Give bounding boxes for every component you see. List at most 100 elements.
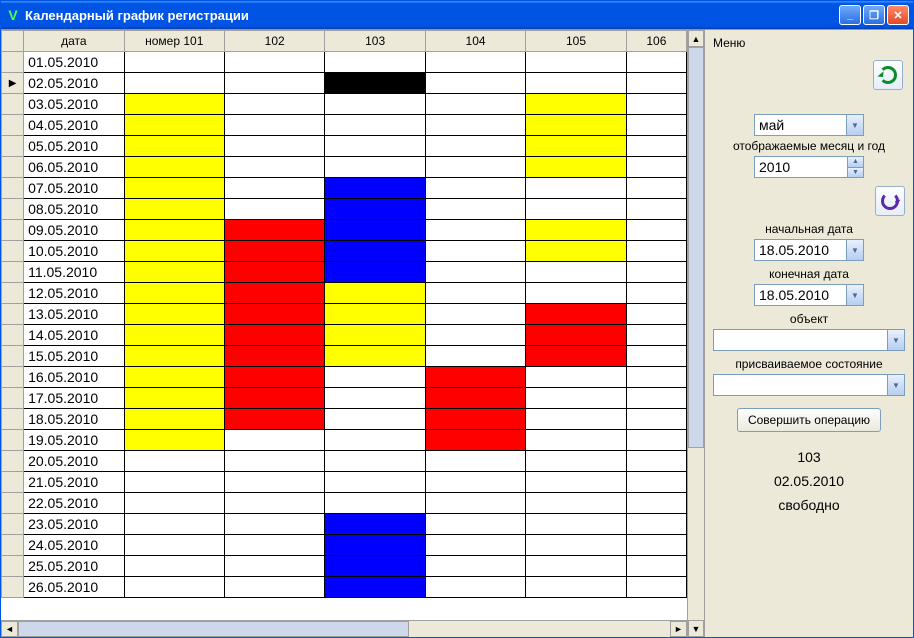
- status-cell[interactable]: [124, 73, 224, 94]
- status-cell[interactable]: [526, 535, 626, 556]
- status-cell[interactable]: [626, 556, 686, 577]
- state-select[interactable]: ▼: [713, 374, 905, 396]
- status-cell[interactable]: [425, 346, 525, 367]
- status-cell[interactable]: [526, 136, 626, 157]
- status-cell[interactable]: [626, 157, 686, 178]
- status-cell[interactable]: [325, 346, 425, 367]
- table-row[interactable]: 05.05.2010: [2, 136, 687, 157]
- status-cell[interactable]: [224, 325, 324, 346]
- horizontal-scrollbar[interactable]: ◄ ►: [1, 620, 687, 637]
- status-cell[interactable]: [124, 493, 224, 514]
- status-cell[interactable]: [325, 409, 425, 430]
- status-cell[interactable]: [124, 178, 224, 199]
- status-cell[interactable]: [526, 94, 626, 115]
- row-header[interactable]: [2, 514, 24, 535]
- grid-header[interactable]: 102: [224, 31, 324, 52]
- date-cell[interactable]: 24.05.2010: [24, 535, 124, 556]
- status-cell[interactable]: [626, 220, 686, 241]
- status-cell[interactable]: [526, 409, 626, 430]
- status-cell[interactable]: [124, 556, 224, 577]
- status-cell[interactable]: [526, 472, 626, 493]
- table-row[interactable]: 08.05.2010: [2, 199, 687, 220]
- status-cell[interactable]: [224, 304, 324, 325]
- row-header[interactable]: [2, 577, 24, 598]
- status-cell[interactable]: [526, 73, 626, 94]
- status-cell[interactable]: [224, 388, 324, 409]
- status-cell[interactable]: [626, 283, 686, 304]
- row-header[interactable]: [2, 136, 24, 157]
- status-cell[interactable]: [224, 157, 324, 178]
- date-cell[interactable]: 13.05.2010: [24, 304, 124, 325]
- date-cell[interactable]: 01.05.2010: [24, 52, 124, 73]
- date-cell[interactable]: 10.05.2010: [24, 241, 124, 262]
- table-row[interactable]: 18.05.2010: [2, 409, 687, 430]
- grid-header[interactable]: 106: [626, 31, 686, 52]
- status-cell[interactable]: [425, 451, 525, 472]
- status-cell[interactable]: [626, 94, 686, 115]
- row-header[interactable]: [2, 241, 24, 262]
- date-cell[interactable]: 23.05.2010: [24, 514, 124, 535]
- status-cell[interactable]: [124, 325, 224, 346]
- status-cell[interactable]: [425, 556, 525, 577]
- row-header[interactable]: [2, 94, 24, 115]
- table-row[interactable]: 16.05.2010: [2, 367, 687, 388]
- status-cell[interactable]: [626, 178, 686, 199]
- status-cell[interactable]: [224, 115, 324, 136]
- table-row[interactable]: 22.05.2010: [2, 493, 687, 514]
- grid-header[interactable]: дата: [24, 31, 124, 52]
- status-cell[interactable]: [325, 514, 425, 535]
- status-cell[interactable]: [224, 241, 324, 262]
- status-cell[interactable]: [626, 388, 686, 409]
- table-row[interactable]: 17.05.2010: [2, 388, 687, 409]
- status-cell[interactable]: [425, 262, 525, 283]
- status-cell[interactable]: [124, 94, 224, 115]
- status-cell[interactable]: [124, 220, 224, 241]
- month-select[interactable]: май ▼: [754, 114, 864, 136]
- status-cell[interactable]: [224, 367, 324, 388]
- status-cell[interactable]: [224, 178, 324, 199]
- date-cell[interactable]: 03.05.2010: [24, 94, 124, 115]
- status-cell[interactable]: [425, 430, 525, 451]
- date-cell[interactable]: 15.05.2010: [24, 346, 124, 367]
- status-cell[interactable]: [425, 115, 525, 136]
- status-cell[interactable]: [325, 283, 425, 304]
- status-cell[interactable]: [224, 535, 324, 556]
- row-header[interactable]: [2, 220, 24, 241]
- status-cell[interactable]: [325, 388, 425, 409]
- date-cell[interactable]: 08.05.2010: [24, 199, 124, 220]
- chevron-down-icon[interactable]: ▼: [846, 285, 863, 305]
- status-cell[interactable]: [626, 346, 686, 367]
- status-cell[interactable]: [224, 514, 324, 535]
- status-cell[interactable]: [224, 430, 324, 451]
- status-cell[interactable]: [626, 199, 686, 220]
- status-cell[interactable]: [224, 136, 324, 157]
- status-cell[interactable]: [124, 241, 224, 262]
- year-up-button[interactable]: ▲: [847, 157, 863, 168]
- chevron-down-icon[interactable]: ▼: [846, 240, 863, 260]
- status-cell[interactable]: [526, 52, 626, 73]
- date-cell[interactable]: 16.05.2010: [24, 367, 124, 388]
- table-row[interactable]: 20.05.2010: [2, 451, 687, 472]
- date-cell[interactable]: 06.05.2010: [24, 157, 124, 178]
- status-cell[interactable]: [124, 346, 224, 367]
- reload-button[interactable]: [875, 186, 905, 216]
- row-header[interactable]: [2, 535, 24, 556]
- status-cell[interactable]: [325, 73, 425, 94]
- status-cell[interactable]: [425, 178, 525, 199]
- status-cell[interactable]: [425, 283, 525, 304]
- status-cell[interactable]: [325, 451, 425, 472]
- status-cell[interactable]: [425, 409, 525, 430]
- status-cell[interactable]: [325, 535, 425, 556]
- table-row[interactable]: 01.05.2010: [2, 52, 687, 73]
- close-button[interactable]: ✕: [887, 5, 909, 25]
- hscroll-track[interactable]: [18, 621, 670, 637]
- status-cell[interactable]: [626, 115, 686, 136]
- row-header[interactable]: [2, 430, 24, 451]
- date-cell[interactable]: 17.05.2010: [24, 388, 124, 409]
- status-cell[interactable]: [325, 178, 425, 199]
- chevron-down-icon[interactable]: ▼: [887, 375, 904, 395]
- scroll-down-button[interactable]: ▼: [688, 620, 704, 637]
- status-cell[interactable]: [626, 430, 686, 451]
- date-cell[interactable]: 11.05.2010: [24, 262, 124, 283]
- date-cell[interactable]: 02.05.2010: [24, 73, 124, 94]
